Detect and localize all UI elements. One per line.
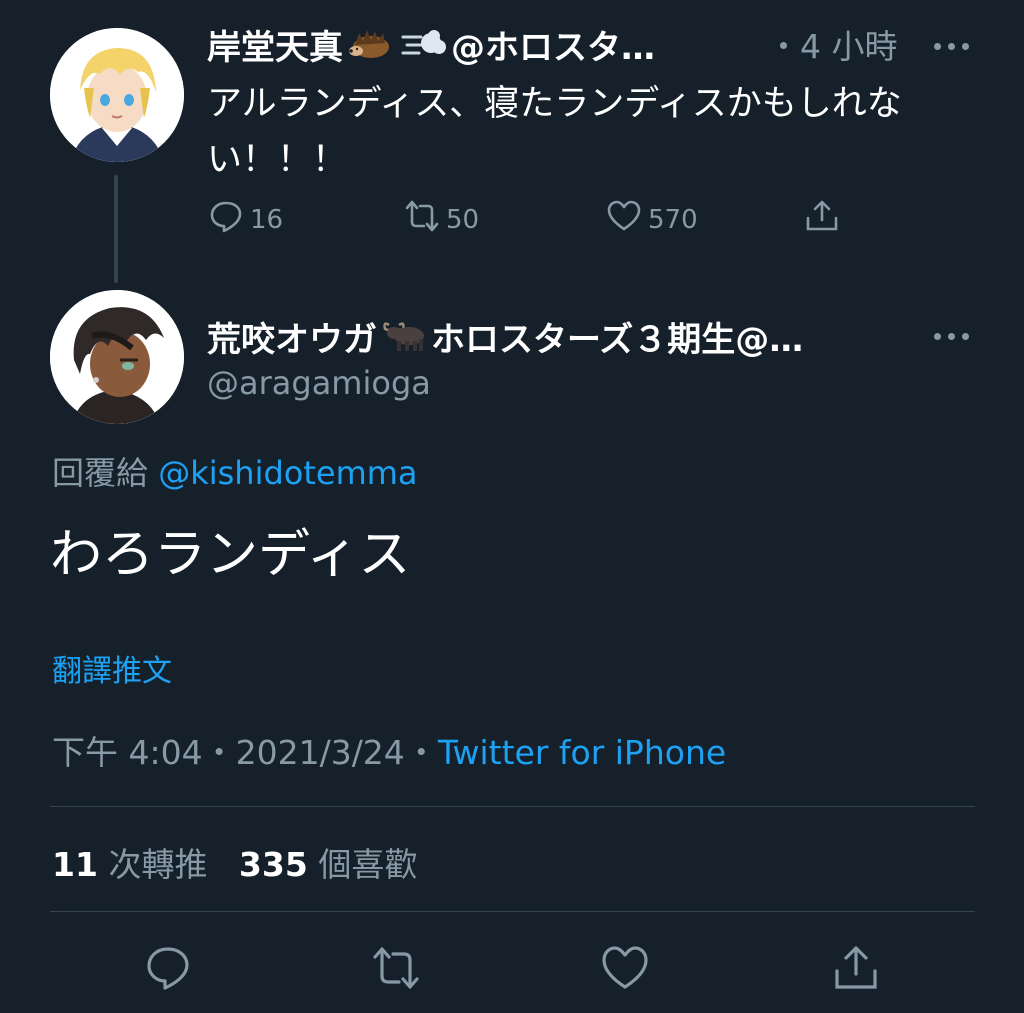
retweet-icon	[404, 198, 446, 241]
like-icon[interactable]	[600, 943, 650, 993]
parent-time: ・4 小時	[767, 27, 898, 66]
parent-name-row[interactable]: 岸堂天真 @ホロスタ…	[207, 22, 655, 68]
main-tweet-text: わろランディス	[50, 525, 411, 585]
retweet-stat-label: 次轉推	[108, 845, 208, 884]
like-count: 570	[648, 204, 698, 235]
retweet-icon[interactable]	[371, 943, 421, 993]
retweet-count: 50	[446, 204, 480, 235]
main-avatar[interactable]	[50, 290, 184, 424]
main-name-suffix: ホロスターズ３期生@…	[431, 319, 804, 360]
like-icon	[606, 198, 648, 241]
more-icon[interactable]	[932, 330, 972, 342]
like-stat[interactable]: 335 個喜歡	[239, 845, 417, 884]
parent-name-suffix: @ホロスタ…	[451, 27, 655, 68]
retweet-stat[interactable]: 11 次轉推	[52, 845, 207, 884]
tweet-detail-view: 岸堂天真 @ホロスタ… ・4 小時 アルランディス、寝たランディスかもしれない！…	[0, 0, 1024, 1013]
retweet-stat-count: 11	[52, 845, 98, 884]
main-handle[interactable]: @aragamioga	[207, 364, 431, 402]
source-link[interactable]: Twitter for iPhone	[438, 733, 726, 772]
reply-icon[interactable]	[143, 943, 193, 993]
divider	[50, 806, 975, 807]
reply-mention-link[interactable]: @kishidotemma	[158, 454, 417, 492]
share-icon	[804, 198, 846, 241]
water-buffalo-icon	[381, 319, 427, 353]
thread-connector-line	[114, 175, 118, 283]
reply-to-line: 回覆給 @kishidotemma	[52, 448, 418, 494]
tweet-time: 下午 4:04・2021/3/24・	[52, 733, 438, 772]
dash-icon	[401, 27, 447, 61]
reply-icon	[208, 198, 250, 241]
share-button[interactable]	[804, 198, 846, 241]
hedgehog-icon	[347, 27, 393, 61]
stats-row: 11 次轉推 335 個喜歡	[52, 838, 417, 886]
translate-link[interactable]: 翻譯推文	[52, 646, 172, 690]
parent-avatar[interactable]	[50, 28, 184, 162]
retweet-button[interactable]: 50	[404, 198, 479, 241]
like-stat-label: 個喜歡	[318, 845, 418, 884]
reply-prefix: 回覆給	[52, 454, 149, 492]
parent-display-name: 岸堂天真	[207, 27, 343, 68]
like-button[interactable]: 570	[606, 198, 698, 241]
divider	[50, 911, 975, 912]
main-name-row[interactable]: 荒咬オウガ ホロスターズ３期生@…	[207, 314, 804, 360]
like-stat-count: 335	[238, 845, 308, 884]
reply-count: 16	[250, 204, 284, 235]
timestamp-line: 下午 4:04・2021/3/24・Twitter for iPhone	[52, 726, 726, 774]
reply-button[interactable]: 16	[208, 198, 283, 241]
parent-tweet-text: アルランディス、寝たランディスかもしれない！！！	[207, 84, 902, 180]
more-icon[interactable]	[932, 40, 972, 52]
share-icon[interactable]	[831, 943, 881, 993]
main-display-name: 荒咬オウガ	[207, 319, 377, 360]
